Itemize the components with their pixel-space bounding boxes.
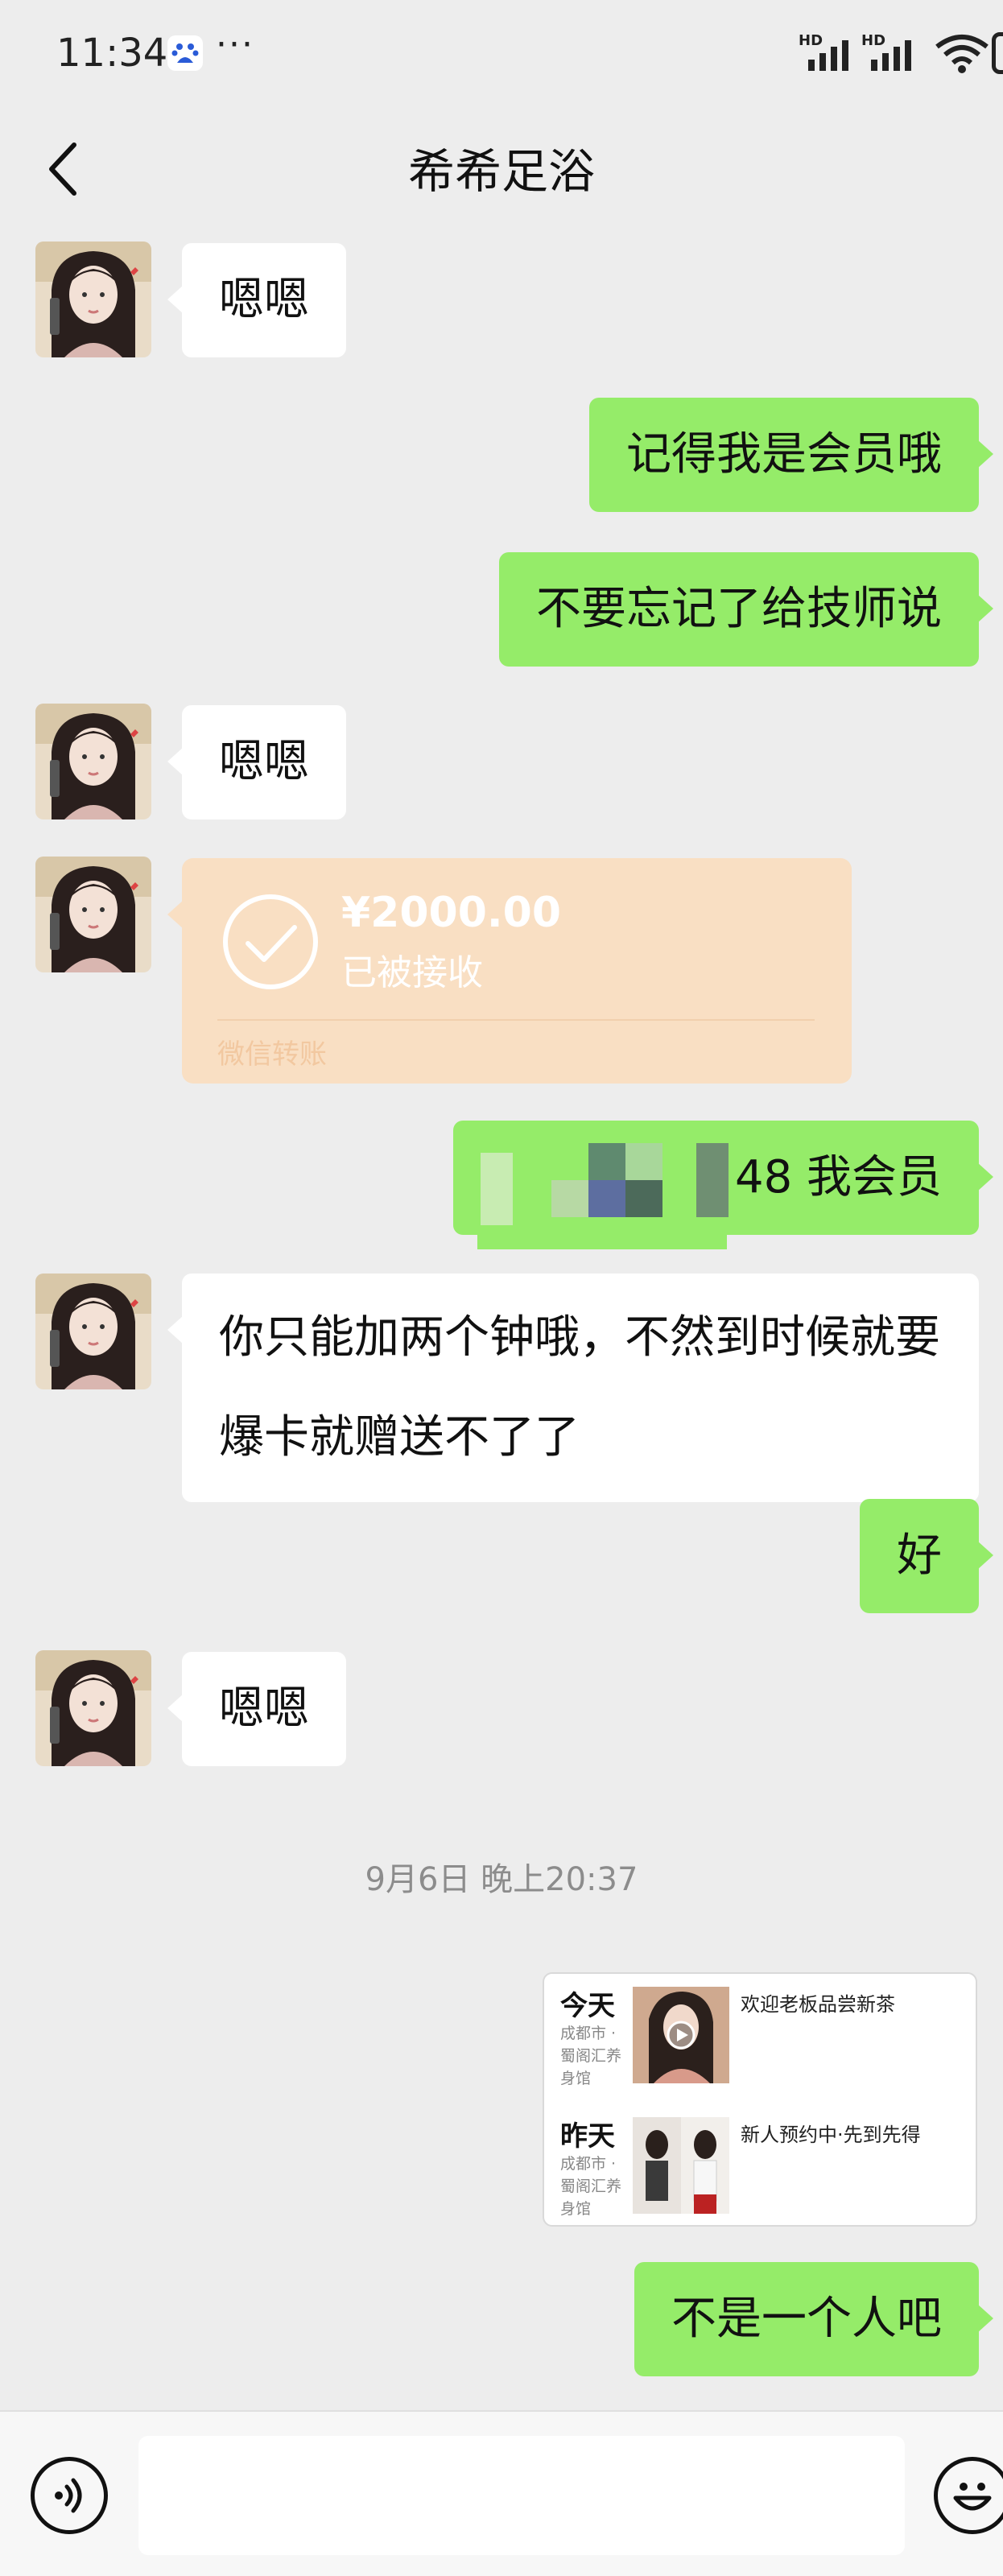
emoji-icon[interactable] xyxy=(934,2457,1003,2534)
transfer-amount: ¥2000.00 xyxy=(341,889,562,937)
message-text: 48 我会员 xyxy=(734,1151,942,1203)
incoming-message-bubble[interactable]: 嗯嗯 xyxy=(167,1652,346,1766)
transfer-source-label: 微信转账 xyxy=(217,1038,327,1071)
redacted-block xyxy=(551,1180,588,1217)
baidu-app-icon xyxy=(167,35,203,71)
status-bar: 11:34 ··· HD HD xyxy=(0,0,1003,105)
moments-caption: 新人预约中·先到先得 xyxy=(741,2124,921,2146)
redacted-block xyxy=(695,1143,729,1217)
moments-video-thumbnail[interactable] xyxy=(633,1987,729,2083)
status-time: 11:34 xyxy=(56,31,168,76)
transfer-card[interactable]: ¥2000.00 已被接收 微信转账 xyxy=(167,858,852,1084)
battery-icon xyxy=(992,32,1003,74)
incoming-message-bubble[interactable]: 你只能加两个钟哦，不然到时候就要爆卡就赠送不了了 xyxy=(167,1274,979,1502)
transfer-status: 已被接收 xyxy=(341,952,483,993)
voice-icon[interactable] xyxy=(31,2457,108,2534)
status-more-icon: ··· xyxy=(216,24,254,65)
moments-row[interactable]: 今天 成都市 · 蜀阁汇养身馆 欢迎老板品尝新茶 xyxy=(544,1979,979,2091)
moments-location: 成都市 · 蜀阁汇养身馆 xyxy=(560,2155,622,2218)
moments-caption: 欢迎老板品尝新茶 xyxy=(741,1993,895,2016)
moments-row[interactable]: 昨天 成都市 · 蜀阁汇养身馆 新人预约中·先到先得 xyxy=(544,2109,979,2222)
chat-header: 希希足浴 xyxy=(0,105,1003,227)
message-timestamp: 9月6日 晚上20:37 xyxy=(365,1861,638,1898)
divider xyxy=(217,1019,815,1021)
moments-day: 今天 xyxy=(560,1990,615,2022)
message-input[interactable] xyxy=(138,2436,905,2555)
page-title: 希希足浴 xyxy=(407,144,595,199)
redacted-block xyxy=(477,1233,727,1249)
signal-icon xyxy=(871,40,911,71)
moments-share-card[interactable]: 今天 成都市 · 蜀阁汇养身馆 欢迎老板品尝新茶 昨天 成都市 · 蜀阁汇养身馆 xyxy=(543,1972,977,2227)
outgoing-message-bubble[interactable]: 不要忘记了给技师说 xyxy=(499,552,993,667)
redacted-block xyxy=(625,1180,662,1217)
redacted-block xyxy=(588,1143,625,1180)
avatar[interactable] xyxy=(35,704,151,819)
outgoing-message-bubble[interactable]: 好 xyxy=(860,1499,993,1613)
outgoing-message-bubble[interactable]: 记得我是会员哦 xyxy=(589,398,993,512)
outgoing-message-bubble[interactable]: 不是一个人吧 xyxy=(634,2262,993,2376)
redacted-block xyxy=(588,1180,625,1217)
check-circle-icon xyxy=(223,894,318,989)
incoming-message-bubble[interactable]: 嗯嗯 xyxy=(167,705,346,819)
avatar[interactable] xyxy=(35,242,151,357)
avatar[interactable] xyxy=(35,1650,151,1766)
moments-day: 昨天 xyxy=(560,2120,615,2153)
outgoing-message-bubble[interactable]: 48 我会员 xyxy=(452,1121,994,1249)
avatar[interactable] xyxy=(35,857,151,972)
redacted-block xyxy=(480,1153,513,1225)
chat-message-list[interactable]: 嗯嗯 记得我是会员哦 不要忘记了给技师说 嗯嗯 ¥2000.00 已被接收 微信… xyxy=(0,227,1003,2410)
input-bar xyxy=(0,2410,1003,2576)
wifi-icon xyxy=(935,35,989,73)
avatar[interactable] xyxy=(35,1274,151,1389)
signal-icon xyxy=(808,40,848,71)
redacted-block xyxy=(625,1143,662,1180)
moments-location: 成都市 · 蜀阁汇养身馆 xyxy=(560,2025,622,2087)
incoming-message-bubble[interactable]: 嗯嗯 xyxy=(167,243,346,357)
moments-photo-thumbnail[interactable] xyxy=(633,2117,729,2214)
